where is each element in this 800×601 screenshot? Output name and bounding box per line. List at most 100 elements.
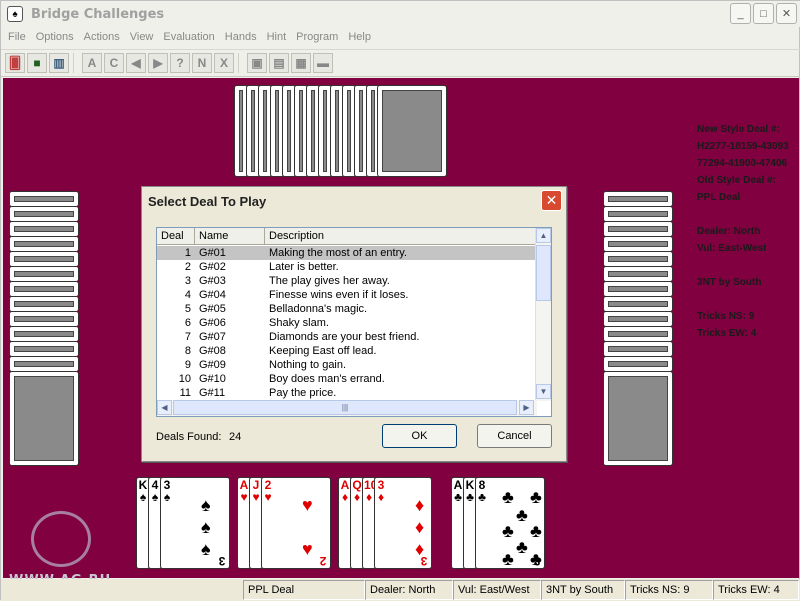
east-card-back bbox=[603, 371, 673, 466]
card-suit-icon: ♣ bbox=[454, 490, 462, 504]
deal-description: Pay the price. bbox=[269, 387, 337, 399]
status-tricks-ns: Tricks NS: 9 bbox=[625, 580, 713, 600]
table-row[interactable]: 5 G#05 Belladonna's magic. bbox=[157, 302, 537, 316]
pip-icon: ♠ bbox=[201, 495, 211, 515]
table-row[interactable]: 7 G#07 Diamonds are your best friend. bbox=[157, 330, 537, 344]
deal-description: Shaky slam. bbox=[269, 317, 329, 329]
deal-list[interactable]: Deal Name Description 1 G#01 Making the mo… bbox=[156, 227, 552, 417]
dialog-title[interactable]: Select Deal To Play bbox=[142, 187, 566, 215]
table-row[interactable]: 11 G#11 Pay the price. bbox=[157, 386, 537, 400]
new-style-label: New Style Deal #: bbox=[697, 124, 780, 135]
east-card-back bbox=[603, 311, 673, 327]
column-deal[interactable]: Deal bbox=[157, 228, 195, 245]
pip-icon: ♠ bbox=[201, 517, 211, 537]
east-card-back bbox=[603, 221, 673, 237]
deal-description: Boy does man's errand. bbox=[269, 373, 385, 385]
pip-icon: ♠ bbox=[201, 539, 211, 559]
deal-description: Nothing to gain. bbox=[269, 359, 347, 371]
claim-button[interactable]: C bbox=[104, 53, 124, 73]
menu-file[interactable]: File bbox=[3, 31, 31, 43]
scroll-down-icon[interactable]: ▼ bbox=[536, 384, 551, 399]
horizontal-scrollbar[interactable]: ◀ ||| ▶ bbox=[157, 400, 537, 416]
east-card-back bbox=[603, 341, 673, 357]
forward-button[interactable]: ▶ bbox=[148, 53, 168, 73]
deal-name: G#10 bbox=[199, 373, 226, 385]
status-bar: PPL Deal Dealer: North Vul: East/West 3N… bbox=[1, 579, 800, 601]
card-rank-bottom: 2 bbox=[319, 554, 327, 568]
table-row[interactable]: 10 G#10 Boy does man's errand. bbox=[157, 372, 537, 386]
table-row[interactable]: 2 G#02 Later is better. bbox=[157, 260, 537, 274]
new-style-line2: 77294-41900-47406 bbox=[697, 158, 788, 169]
view3-button[interactable]: ▦ bbox=[291, 53, 311, 73]
card-suit-icon: ♣ bbox=[466, 490, 474, 504]
view4-button[interactable]: ▬ bbox=[313, 53, 333, 73]
close-button[interactable]: ✕ bbox=[776, 3, 797, 24]
deal-info-panel: New Style Deal #: H2277-18159-43093 7729… bbox=[697, 121, 800, 342]
south-card-spades[interactable]: 3 ♠ ♠ ♠ ♠ 3 bbox=[160, 477, 230, 569]
back-button[interactable]: ◀ bbox=[126, 53, 146, 73]
pip-icon: ♣ bbox=[516, 505, 528, 525]
west-card-back bbox=[9, 266, 79, 282]
table-row[interactable]: 6 G#06 Shaky slam. bbox=[157, 316, 537, 330]
status-dealer: Dealer: North bbox=[365, 580, 453, 600]
menu-program[interactable]: Program bbox=[291, 31, 343, 43]
scroll-thumb[interactable] bbox=[536, 245, 551, 301]
title-bar[interactable]: ♠ Bridge Challenges _ □ ✕ bbox=[1, 1, 800, 27]
new-deal-button[interactable]: 🂠 bbox=[5, 53, 25, 73]
menu-view[interactable]: View bbox=[125, 31, 159, 43]
deal-description: Later is better. bbox=[269, 261, 339, 273]
south-card-diamonds[interactable]: 3 ♦ ♦ ♦ ♦ 3 bbox=[374, 477, 432, 569]
vul-info: Vul: East-West bbox=[697, 243, 767, 254]
scroll-left-icon[interactable]: ◀ bbox=[157, 400, 172, 415]
column-description[interactable]: Description bbox=[265, 228, 537, 245]
deal-number: 6 bbox=[184, 317, 191, 329]
column-name[interactable]: Name bbox=[195, 228, 265, 245]
dice-button[interactable]: ■ bbox=[27, 53, 47, 73]
maximize-button[interactable]: □ bbox=[753, 3, 774, 24]
auction-button[interactable]: A bbox=[82, 53, 102, 73]
pip-icon: ♦ bbox=[415, 495, 425, 515]
menu-help[interactable]: Help bbox=[343, 31, 376, 43]
table-row[interactable]: 9 G#09 Nothing to gain. bbox=[157, 358, 537, 372]
menu-evaluation[interactable]: Evaluation bbox=[158, 31, 219, 43]
west-card-back bbox=[9, 311, 79, 327]
east-card-back bbox=[603, 266, 673, 282]
toolbar: 🂠 ■ ▥ A C ◀ ▶ ? N X ▣ ▤ ▦ ▬ bbox=[1, 49, 800, 77]
menu-actions[interactable]: Actions bbox=[79, 31, 125, 43]
pip-icon: ♣ bbox=[502, 549, 514, 569]
menu-hint[interactable]: Hint bbox=[262, 31, 292, 43]
cancel-button[interactable]: Cancel bbox=[477, 424, 552, 448]
vertical-scrollbar[interactable]: ▲ ▼ bbox=[535, 228, 551, 401]
menu-hands[interactable]: Hands bbox=[220, 31, 262, 43]
book-button[interactable]: ▥ bbox=[49, 53, 69, 73]
pip-icon: ♣ bbox=[502, 487, 514, 507]
east-card-back bbox=[603, 326, 673, 342]
deal-description: Belladonna's magic. bbox=[269, 303, 368, 315]
ok-button[interactable]: OK bbox=[382, 424, 457, 448]
list-header: Deal Name Description bbox=[157, 228, 537, 245]
table-row[interactable]: 3 G#03 The play gives her away. bbox=[157, 274, 537, 288]
view1-button[interactable]: ▣ bbox=[247, 53, 267, 73]
east-card-back bbox=[603, 251, 673, 267]
deal-number: 11 bbox=[179, 387, 191, 399]
scroll-right-icon[interactable]: ▶ bbox=[519, 400, 534, 415]
scroll-up-icon[interactable]: ▲ bbox=[536, 228, 551, 243]
table-row[interactable]: 1 G#01 Making the most of an entry. bbox=[157, 246, 537, 260]
south-card-clubs[interactable]: 8 ♣ ♣ ♣ ♣ ♣ ♣ ♣ ♣ ♣ 8 bbox=[475, 477, 545, 569]
exit-button[interactable]: X bbox=[214, 53, 234, 73]
west-card-back bbox=[9, 326, 79, 342]
view2-button[interactable]: ▤ bbox=[269, 53, 289, 73]
tricks-ns-info: Tricks NS: 9 bbox=[697, 311, 755, 322]
south-card-hearts[interactable]: 2 ♥ ♥ ♥ 2 bbox=[261, 477, 331, 569]
dialog-close-button[interactable]: ✕ bbox=[541, 190, 562, 211]
east-card-back bbox=[603, 296, 673, 312]
table-row[interactable]: 8 G#08 Keeping East off lead. bbox=[157, 344, 537, 358]
next-button[interactable]: N bbox=[192, 53, 212, 73]
hscroll-thumb[interactable]: ||| bbox=[173, 400, 517, 415]
deal-name: G#09 bbox=[199, 359, 226, 371]
table-row[interactable]: 4 G#04 Finesse wins even if it loses. bbox=[157, 288, 537, 302]
hint-button[interactable]: ? bbox=[170, 53, 190, 73]
menu-options[interactable]: Options bbox=[31, 31, 79, 43]
minimize-button[interactable]: _ bbox=[730, 3, 751, 24]
west-card-back bbox=[9, 296, 79, 312]
